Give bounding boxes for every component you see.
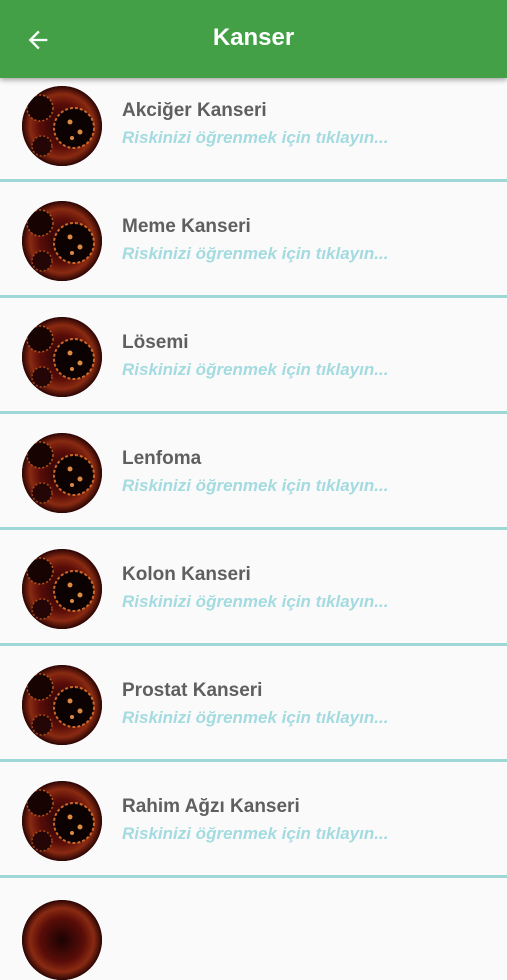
cancer-cell-image bbox=[22, 201, 102, 281]
item-title: Lenfoma bbox=[122, 448, 202, 469]
item-title: Rahim Ağzı Kanseri bbox=[122, 796, 300, 817]
item-subtitle: Riskinizi öğrenmek için tıklayın... bbox=[122, 824, 389, 843]
item-subtitle: Riskinizi öğrenmek için tıklayın... bbox=[122, 476, 389, 495]
cancer-cell-image bbox=[22, 900, 102, 980]
cancer-cell-image bbox=[22, 433, 102, 513]
list-item[interactable]: Rahim Ağzı Kanseri Riskinizi öğrenmek iç… bbox=[0, 762, 507, 878]
item-title: Kolon Kanseri bbox=[122, 564, 251, 585]
list-item[interactable] bbox=[0, 878, 507, 980]
item-subtitle: Riskinizi öğrenmek için tıklayın... bbox=[122, 360, 389, 379]
cancer-cell-image bbox=[22, 665, 102, 745]
cancer-cell-image bbox=[22, 86, 102, 166]
list-item[interactable]: Akciğer Kanseri Riskinizi öğrenmek için … bbox=[0, 78, 507, 182]
item-subtitle: Riskinizi öğrenmek için tıklayın... bbox=[122, 592, 389, 611]
cancer-cell-image bbox=[22, 781, 102, 861]
item-title: Meme Kanseri bbox=[122, 216, 251, 237]
app-bar: Kanser bbox=[0, 0, 507, 78]
cancer-cell-image bbox=[22, 317, 102, 397]
list-item[interactable]: Prostat Kanseri Riskinizi öğrenmek için … bbox=[0, 646, 507, 762]
item-title: Akciğer Kanseri bbox=[122, 100, 267, 121]
list-item[interactable]: Meme Kanseri Riskinizi öğrenmek için tık… bbox=[0, 182, 507, 298]
item-subtitle: Riskinizi öğrenmek için tıklayın... bbox=[122, 244, 389, 263]
item-title: Prostat Kanseri bbox=[122, 680, 263, 701]
list-item[interactable]: Lösemi Riskinizi öğrenmek için tıklayın.… bbox=[0, 298, 507, 414]
item-subtitle: Riskinizi öğrenmek için tıklayın... bbox=[122, 708, 389, 727]
list-item[interactable]: Kolon Kanseri Riskinizi öğrenmek için tı… bbox=[0, 530, 507, 646]
item-title: Lösemi bbox=[122, 332, 189, 353]
cancer-list: Akciğer Kanseri Riskinizi öğrenmek için … bbox=[0, 78, 507, 980]
cancer-cell-image bbox=[22, 549, 102, 629]
page-title: Kanser bbox=[212, 24, 295, 51]
item-subtitle: Riskinizi öğrenmek için tıklayın... bbox=[122, 128, 389, 147]
list-item[interactable]: Lenfoma Riskinizi öğrenmek için tıklayın… bbox=[0, 414, 507, 530]
